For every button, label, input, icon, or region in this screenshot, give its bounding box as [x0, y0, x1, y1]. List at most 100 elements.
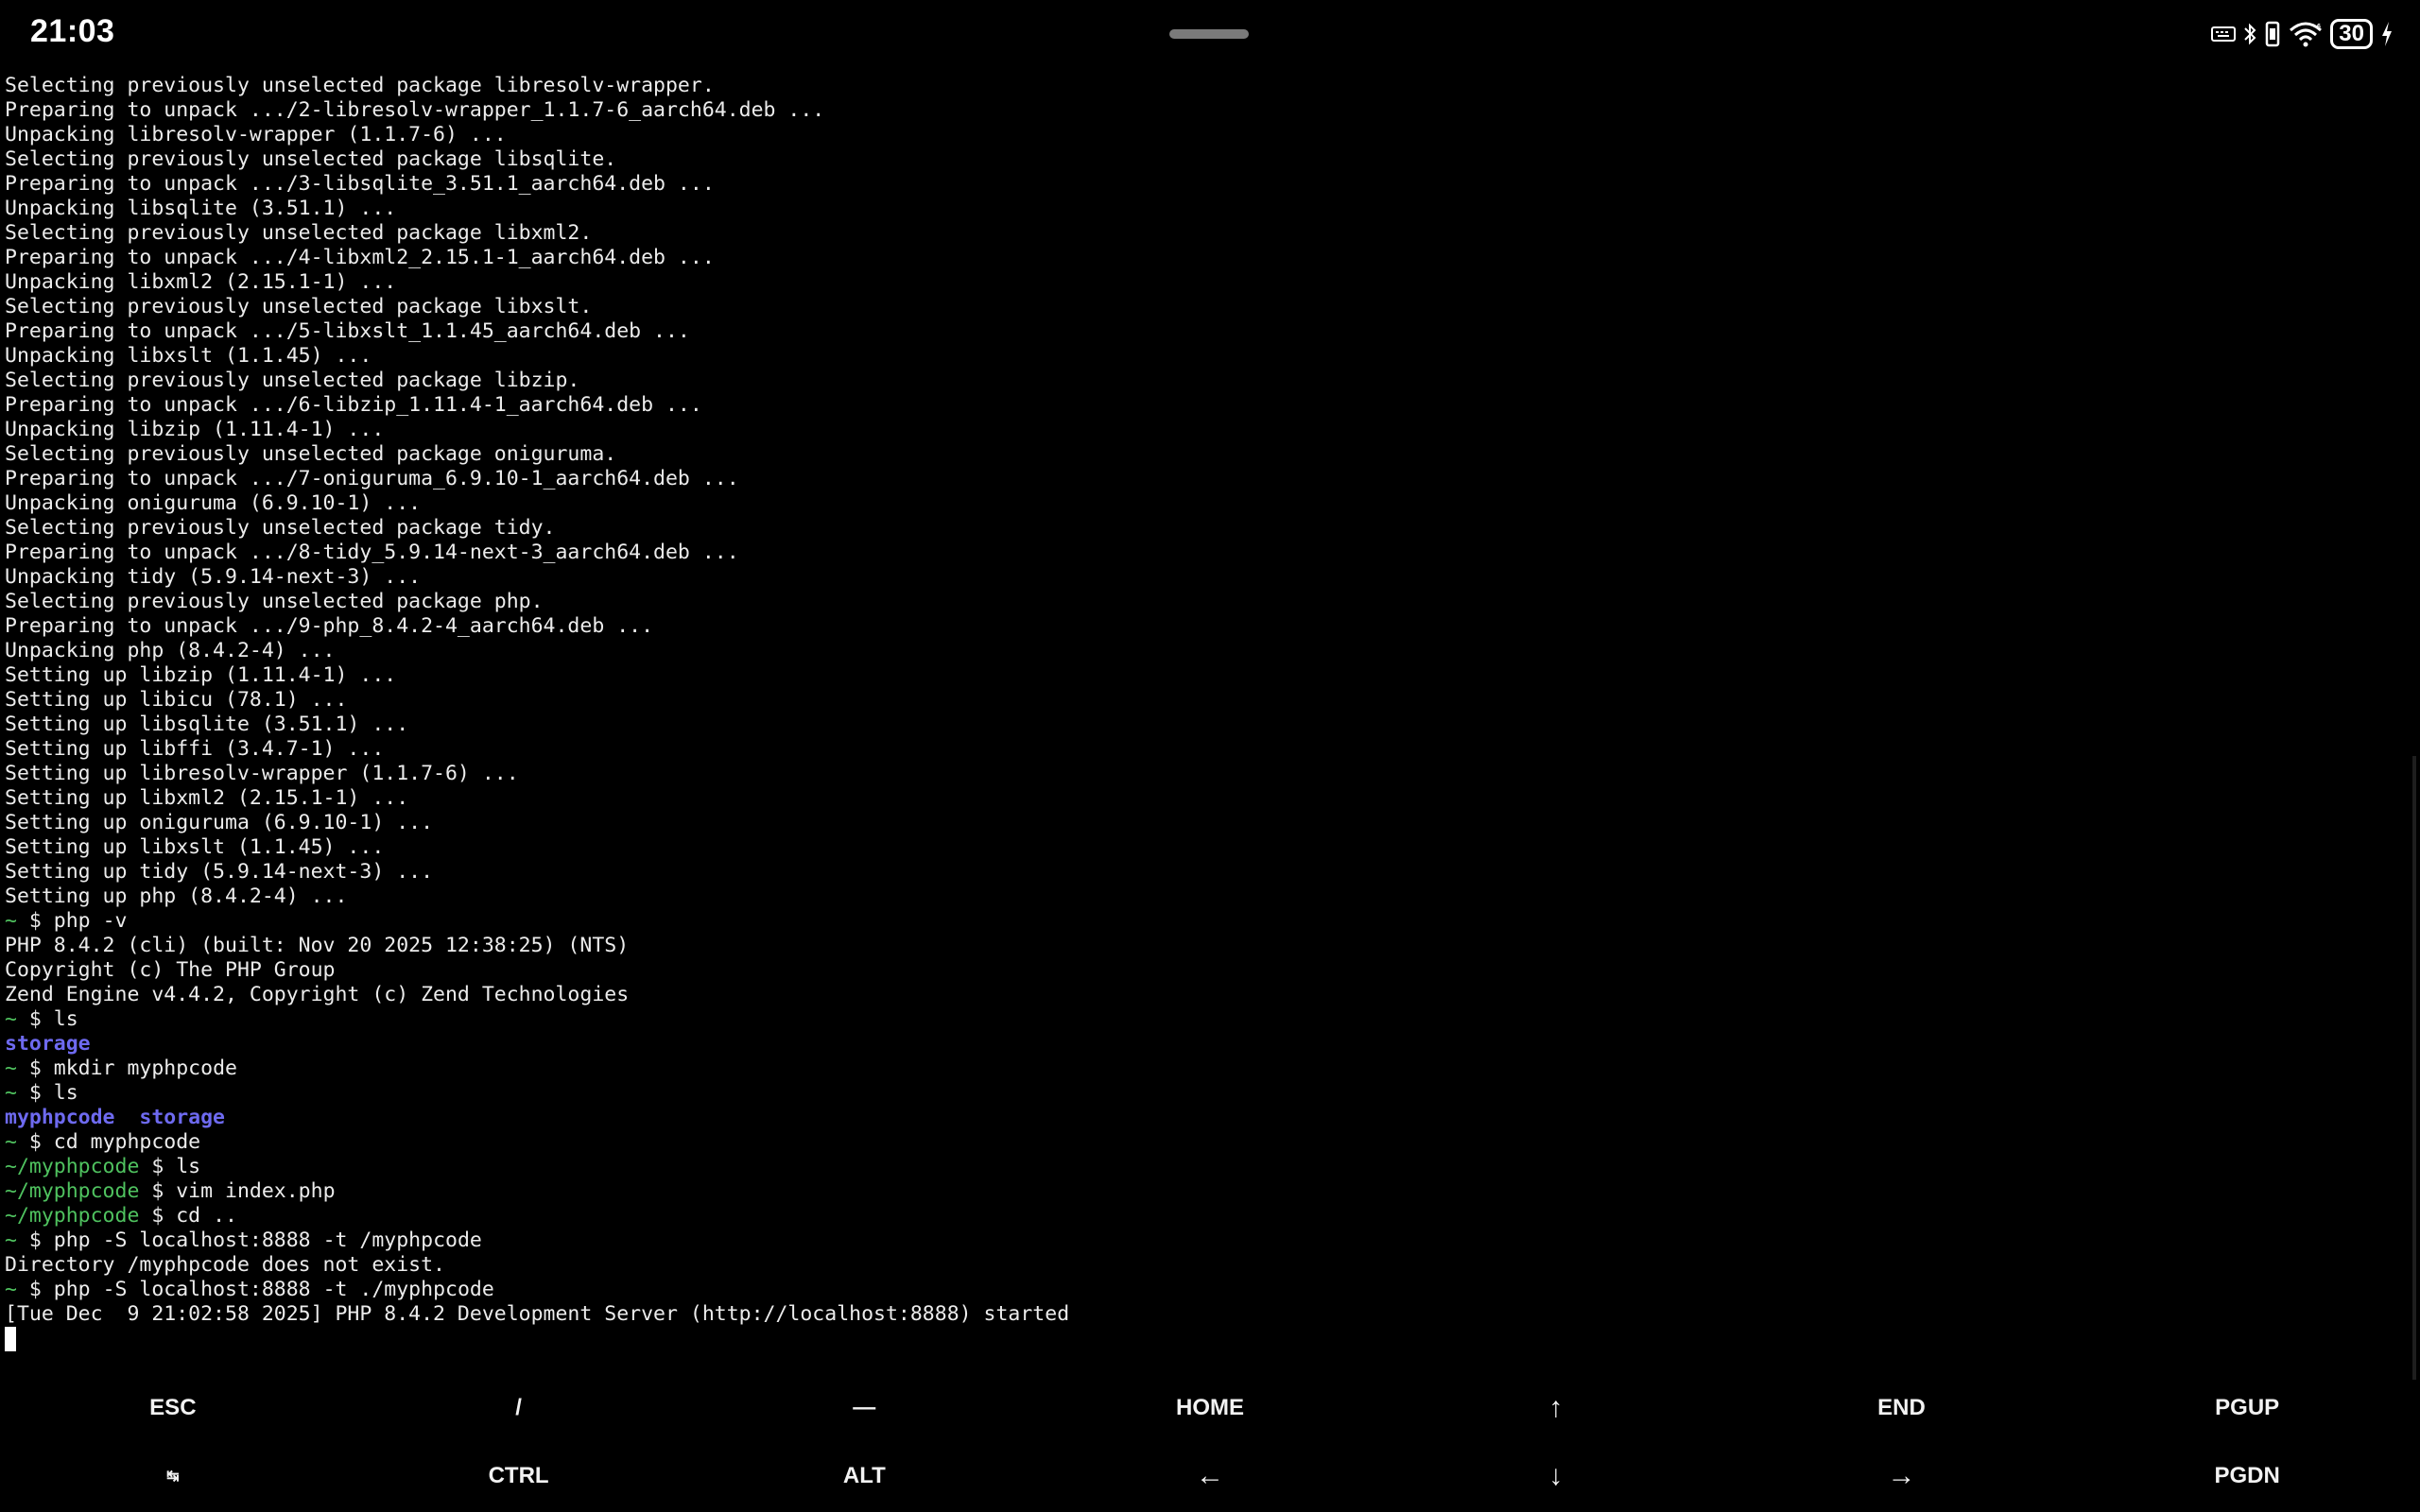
arrow-up-key[interactable]: ↑ — [1383, 1374, 1729, 1442]
home-key[interactable]: HOME — [1037, 1374, 1383, 1442]
terminal-output-line: Unpacking php (8.4.2-4) ... — [5, 639, 336, 662]
svg-text:6: 6 — [2317, 24, 2321, 30]
charging-icon — [2380, 21, 2394, 47]
arrow-down-key[interactable]: ↓ — [1383, 1442, 1729, 1510]
terminal-output-line: Zend Engine v4.4.2, Copyright (c) Zend T… — [5, 983, 630, 1006]
scrollbar[interactable] — [2412, 756, 2416, 1380]
terminal-output-line: Preparing to unpack .../2-libresolv-wrap… — [5, 98, 825, 122]
terminal-output-line: Unpacking libsqlite (3.51.1) ... — [5, 197, 397, 220]
terminal-command-line: ~ $ ls — [5, 1081, 78, 1105]
slash-key[interactable]: / — [346, 1374, 692, 1442]
terminal-command-line: ~ $ php -v — [5, 909, 128, 933]
terminal-output-line: Setting up libresolv-wrapper (1.1.7-6) .… — [5, 762, 519, 785]
terminal-command-line: ~ $ php -S localhost:8888 -t ./myphpcode — [5, 1278, 494, 1301]
prompt-command: cd myphpcode — [53, 1130, 201, 1154]
pgup-key[interactable]: PGUP — [2074, 1374, 2420, 1442]
prompt-command: mkdir myphpcode — [53, 1057, 237, 1080]
terminal-output-line: Selecting previously unselected package … — [5, 590, 544, 613]
terminal-command-line: ~ $ php -S localhost:8888 -t /myphpcode — [5, 1228, 482, 1252]
prompt-path: ~ — [5, 1278, 17, 1301]
prompt-path: ~/myphpcode — [5, 1155, 140, 1178]
terminal-output-line: Unpacking libxslt (1.1.45) ... — [5, 344, 372, 368]
arrow-right-key[interactable]: → — [1729, 1442, 2075, 1510]
terminal-output-line: Selecting previously unselected package … — [5, 516, 556, 540]
alt-key[interactable]: ALT — [691, 1442, 1037, 1510]
prompt-command: ls — [176, 1155, 201, 1178]
end-key[interactable]: END — [1729, 1374, 2075, 1442]
terminal-output-line: Preparing to unpack .../4-libxml2_2.15.1… — [5, 246, 715, 269]
terminal-output-line: Setting up libffi (3.4.7-1) ... — [5, 737, 385, 761]
dash-key[interactable]: — — [691, 1374, 1037, 1442]
prompt-command: cd .. — [176, 1204, 237, 1228]
terminal-output-line: Directory /myphpcode does not exist. — [5, 1253, 445, 1277]
keyboard-icon — [2211, 25, 2237, 43]
terminal-output-line: Unpacking libresolv-wrapper (1.1.7-6) ..… — [5, 123, 507, 146]
terminal-command-line: ~ $ cd myphpcode — [5, 1130, 201, 1154]
terminal-cursor[interactable] — [5, 1327, 16, 1351]
terminal-output-line: Unpacking libxml2 (2.15.1-1) ... — [5, 270, 397, 294]
terminal-output-line: Setting up libsqlite (3.51.1) ... — [5, 713, 409, 736]
prompt-path: ~ — [5, 1057, 17, 1080]
terminal-input-line — [5, 1327, 2406, 1351]
terminal-output-line: Copyright (c) The PHP Group — [5, 958, 336, 982]
extra-keys-row: ↹ CTRL ALT ← ↓ → PGDN — [0, 1442, 2420, 1510]
terminal-command-line: ~/myphpcode $ vim index.php — [5, 1179, 336, 1203]
terminal-output-line: Unpacking oniguruma (6.9.10-1) ... — [5, 491, 422, 515]
terminal-output-line: Preparing to unpack .../3-libsqlite_3.51… — [5, 172, 715, 196]
tab-key[interactable]: ↹ — [0, 1442, 346, 1510]
terminal-output-line: Selecting previously unselected package … — [5, 442, 617, 466]
prompt-path: ~ — [5, 1081, 17, 1105]
prompt-path: ~ — [5, 909, 17, 933]
terminal-output-line: Setting up libicu (78.1) ... — [5, 688, 348, 712]
terminal-dir-listing: storage — [5, 1032, 91, 1056]
prompt-path: ~ — [5, 1130, 17, 1154]
vibrate-icon — [2264, 21, 2281, 47]
terminal-output-line: PHP 8.4.2 (cli) (built: Nov 20 2025 12:3… — [5, 934, 630, 957]
terminal-output-line: Setting up libxml2 (2.15.1-1) ... — [5, 786, 409, 810]
prompt-command: ls — [53, 1007, 78, 1031]
clock: 21:03 — [30, 13, 115, 49]
terminal-output-line: [Tue Dec 9 21:02:58 2025] PHP 8.4.2 Deve… — [5, 1302, 1070, 1326]
prompt-command: vim index.php — [176, 1179, 336, 1203]
terminal-output-line: Selecting previously unselected package … — [5, 295, 593, 318]
terminal-output-line: Setting up oniguruma (6.9.10-1) ... — [5, 811, 434, 834]
prompt-path: ~ — [5, 1007, 17, 1031]
prompt-command: php -S localhost:8888 -t /myphpcode — [53, 1228, 482, 1252]
terminal-command-line: ~/myphpcode $ ls — [5, 1155, 201, 1178]
terminal-output-line: Unpacking libzip (1.11.4-1) ... — [5, 418, 385, 441]
prompt-command: ls — [53, 1081, 78, 1105]
arrow-left-key[interactable]: ← — [1037, 1442, 1383, 1510]
terminal-output[interactable]: Selecting previously unselected package … — [5, 74, 2406, 1353]
extra-keys-bar: ESC / — HOME ↑ END PGUP ↹ CTRL ALT ← ↓ → PGDN — [0, 1374, 2420, 1512]
status-icons: 6 30 — [2211, 17, 2394, 51]
terminal-output-line: Selecting previously unselected package … — [5, 147, 617, 171]
terminal-output-line: Setting up tidy (5.9.14-next-3) ... — [5, 860, 434, 884]
terminal-output-line: Preparing to unpack .../8-tidy_5.9.14-ne… — [5, 541, 739, 564]
pgdn-key[interactable]: PGDN — [2074, 1442, 2420, 1510]
esc-key[interactable]: ESC — [0, 1374, 346, 1442]
terminal-output-line: Setting up libxslt (1.1.45) ... — [5, 835, 385, 859]
prompt-path: ~ — [5, 1228, 17, 1252]
terminal-output-line: Preparing to unpack .../9-php_8.4.2-4_aa… — [5, 614, 654, 638]
terminal-output-line: Selecting previously unselected package … — [5, 221, 593, 245]
prompt-path: ~/myphpcode — [5, 1204, 140, 1228]
prompt-command: php -v — [53, 909, 128, 933]
status-bar: 21:03 6 30 — [0, 0, 2420, 68]
ctrl-key[interactable]: CTRL — [346, 1442, 692, 1510]
drag-handle[interactable] — [1169, 29, 1249, 39]
battery-icon: 30 — [2330, 19, 2373, 49]
terminal-output-line: Preparing to unpack .../6-libzip_1.11.4-… — [5, 393, 702, 417]
terminal-output-line: Unpacking tidy (5.9.14-next-3) ... — [5, 565, 422, 589]
terminal-command-line: ~ $ ls — [5, 1007, 78, 1031]
terminal-command-line: ~/myphpcode $ cd .. — [5, 1204, 237, 1228]
terminal-output-line: Preparing to unpack .../5-libxslt_1.1.45… — [5, 319, 690, 343]
terminal-output-line: Selecting previously unselected package … — [5, 369, 580, 392]
prompt-path: ~/myphpcode — [5, 1179, 140, 1203]
wifi-icon: 6 — [2289, 21, 2323, 47]
bluetooth-icon — [2243, 22, 2256, 46]
terminal-output-line: Setting up php (8.4.2-4) ... — [5, 885, 348, 908]
terminal-command-line: ~ $ mkdir myphpcode — [5, 1057, 237, 1080]
terminal-output-line: Selecting previously unselected package … — [5, 74, 715, 97]
terminal-output-line: Preparing to unpack .../7-oniguruma_6.9.… — [5, 467, 739, 490]
terminal-dir-listing: myphpcode storage — [5, 1106, 225, 1129]
